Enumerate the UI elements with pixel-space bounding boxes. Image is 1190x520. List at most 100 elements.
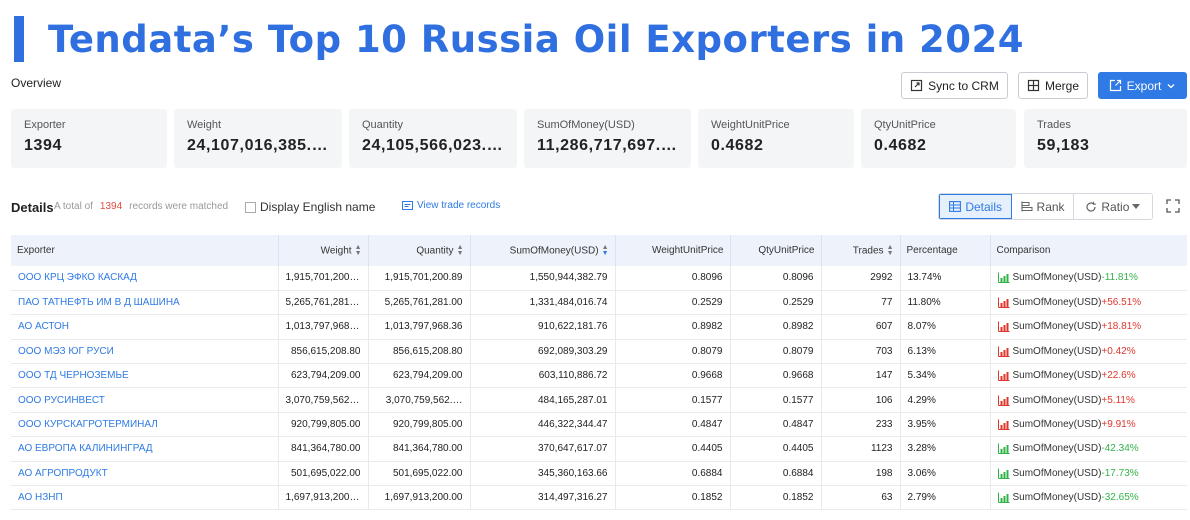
cell-trades: 1123 bbox=[821, 436, 901, 462]
view-trade-records-link[interactable]: View trade records bbox=[402, 200, 500, 211]
exporter-link[interactable]: ПАО ТАТНЕФТЬ ИМ В Д ШАШИНА bbox=[18, 297, 180, 308]
header-percentage[interactable]: Percentage bbox=[900, 235, 991, 266]
exporter-link[interactable]: ООО РУСИНВЕСТ bbox=[18, 395, 105, 406]
cell-weight: 1,697,913,200.… bbox=[278, 485, 369, 511]
cell-weight-unit-price: 0.1577 bbox=[615, 387, 731, 413]
cell-trades: 77 bbox=[821, 290, 901, 316]
exporter-link[interactable]: АО НЗНП bbox=[18, 492, 63, 503]
exporter-link[interactable]: ООО КРЦ ЭФКО КАСКАД bbox=[18, 272, 137, 283]
cell-qty-unit-price: 0.2529 bbox=[730, 290, 822, 316]
cell-weight: 1,915,701,200.… bbox=[278, 266, 369, 291]
cell-trades: 198 bbox=[821, 461, 901, 487]
table-row[interactable]: АО АСТОН 1,013,797,968.… 1,013,797,968.36 9… bbox=[11, 314, 1187, 340]
cell-comparison[interactable]: SumOfMoney(USD) +18.81% bbox=[990, 314, 1187, 340]
cell-exporter[interactable]: ООО ТД ЧЕРНОЗЕМЬЕ bbox=[11, 363, 279, 389]
cell-comparison[interactable]: SumOfMoney(USD) +9.91% bbox=[990, 412, 1187, 438]
cell-weight-unit-price: 0.9668 bbox=[615, 363, 731, 389]
stat-card-exporter: Exporter 1394 bbox=[11, 109, 167, 168]
stat-card-sum-of-money: SumOfMoney(USD) 11,286,717,697.… bbox=[524, 109, 691, 168]
stat-value: 24,107,016,385.… bbox=[187, 137, 329, 154]
cell-weight-unit-price: 0.8982 bbox=[615, 314, 731, 340]
header-trades[interactable]: Trades ▲ ▼ bbox=[821, 235, 901, 266]
table-row[interactable]: ООО РУСИНВЕСТ 3,070,759,562.… 3,070,759,56… bbox=[11, 387, 1187, 413]
cell-exporter[interactable]: ООО МЭЗ ЮГ РУСИ bbox=[11, 339, 279, 365]
header-weight-unit-price[interactable]: WeightUnitPrice bbox=[615, 235, 731, 266]
cell-exporter[interactable]: ООО РУСИНВЕСТ bbox=[11, 387, 279, 413]
table-row[interactable]: ООО КУРСКАГРОТЕРМИНАЛ 920,799,805.00 920,7… bbox=[11, 412, 1187, 438]
cell-exporter[interactable]: АО АГРОПРОДУКТ bbox=[11, 461, 279, 487]
sync-to-crm-button[interactable]: Sync to CRM bbox=[901, 72, 1008, 99]
sort-icon[interactable]: ▲ ▼ bbox=[355, 244, 362, 257]
total-suffix: records were matched bbox=[129, 201, 229, 212]
exporter-link[interactable]: АО АГРОПРОДУКТ bbox=[18, 468, 108, 479]
table-row[interactable]: АО АГРОПРОДУКТ 501,695,022.00 501,695,022.… bbox=[11, 461, 1187, 487]
cell-percentage: 3.95% bbox=[900, 412, 991, 438]
bar-chart-icon bbox=[997, 443, 1009, 455]
comparison-metric: SumOfMoney(USD) bbox=[1012, 321, 1102, 333]
cell-sum-of-money: 314,497,316.27 bbox=[470, 485, 616, 511]
cell-exporter[interactable]: АО ЕВРОПА КАЛИНИНГРАД bbox=[11, 436, 279, 462]
exporter-link[interactable]: ООО ТД ЧЕРНОЗЕМЬЕ bbox=[18, 370, 129, 381]
cell-exporter[interactable]: АО НЗНП bbox=[11, 485, 279, 511]
cell-exporter[interactable]: ООО КРЦ ЭФКО КАСКАД bbox=[11, 266, 279, 291]
cell-comparison[interactable]: SumOfMoney(USD) +5.11% bbox=[990, 387, 1187, 413]
tab-rank[interactable]: Rank bbox=[1012, 194, 1074, 219]
display-english-checkbox[interactable] bbox=[245, 201, 256, 213]
table-row[interactable]: ООО ТД ЧЕРНОЗЕМЬЕ 623,794,209.00 623,794,2… bbox=[11, 363, 1187, 389]
comparison-metric: SumOfMoney(USD) bbox=[1012, 345, 1102, 357]
fullscreen-icon[interactable] bbox=[1166, 199, 1180, 213]
cell-percentage: 4.29% bbox=[900, 387, 991, 413]
cell-comparison[interactable]: SumOfMoney(USD) -11.81% bbox=[990, 266, 1187, 291]
table-row[interactable]: АО ЕВРОПА КАЛИНИНГРАД 841,364,780.00 841,3… bbox=[11, 436, 1187, 462]
cell-exporter[interactable]: ПАО ТАТНЕФТЬ ИМ В Д ШАШИНА bbox=[11, 290, 279, 316]
cell-comparison[interactable]: SumOfMoney(USD) +56.51% bbox=[990, 290, 1187, 316]
cell-comparison[interactable]: SumOfMoney(USD) -32.65% bbox=[990, 485, 1187, 511]
export-icon bbox=[1109, 79, 1121, 92]
cell-exporter[interactable]: ООО КУРСКАГРОТЕРМИНАЛ bbox=[11, 412, 279, 438]
exporters-table: Exporter Weight ▲ ▼ Quantity ▲ ▼ SumOfMoney(… bbox=[11, 235, 1187, 511]
table-row[interactable]: ООО МЭЗ ЮГ РУСИ 856,615,208.80 856,615,208… bbox=[11, 339, 1187, 365]
header-weight[interactable]: Weight ▲ ▼ bbox=[278, 235, 369, 266]
stat-value: 0.4682 bbox=[874, 137, 927, 154]
table-row[interactable]: ООО КРЦ ЭФКО КАСКАД 1,915,701,200.… 1,915,… bbox=[11, 266, 1187, 291]
cell-quantity: 1,013,797,968.36 bbox=[368, 314, 471, 340]
header-quantity[interactable]: Quantity ▲ ▼ bbox=[368, 235, 471, 266]
cell-weight: 920,799,805.00 bbox=[278, 412, 369, 438]
cell-comparison[interactable]: SumOfMoney(USD) -17.73% bbox=[990, 461, 1187, 487]
rank-icon bbox=[1020, 201, 1033, 212]
exporter-link[interactable]: АО АСТОН bbox=[18, 321, 69, 332]
cell-quantity: 1,697,913,200.00 bbox=[368, 485, 471, 511]
cell-exporter[interactable]: АО АСТОН bbox=[11, 314, 279, 340]
cell-trades: 703 bbox=[821, 339, 901, 365]
table-row[interactable]: ПАО ТАТНЕФТЬ ИМ В Д ШАШИНА 5,265,761,281.… bbox=[11, 290, 1187, 316]
tab-details[interactable]: Details bbox=[939, 194, 1013, 219]
tab-ratio[interactable]: Ratio bbox=[1073, 194, 1152, 219]
cell-comparison[interactable]: SumOfMoney(USD) -42.34% bbox=[990, 436, 1187, 462]
exporter-link[interactable]: ООО КУРСКАГРОТЕРМИНАЛ bbox=[18, 419, 158, 430]
exporter-link[interactable]: ООО МЭЗ ЮГ РУСИ bbox=[18, 346, 114, 357]
stat-card-qty-unit-price: QtyUnitPrice 0.4682 bbox=[861, 109, 1016, 168]
sort-icon[interactable]: ▲ ▼ bbox=[887, 244, 894, 257]
comparison-change: +56.51% bbox=[1101, 297, 1142, 309]
exporter-link[interactable]: АО ЕВРОПА КАЛИНИНГРАД bbox=[18, 443, 153, 454]
export-button[interactable]: Export bbox=[1098, 72, 1187, 99]
cell-comparison[interactable]: SumOfMoney(USD) +0.42% bbox=[990, 339, 1187, 365]
cell-trades: 147 bbox=[821, 363, 901, 389]
cell-weight-unit-price: 0.8079 bbox=[615, 339, 731, 365]
header-comparison[interactable]: Comparison bbox=[990, 235, 1187, 266]
comparison-metric: SumOfMoney(USD) bbox=[1012, 272, 1102, 284]
overview-label: Overview bbox=[11, 76, 62, 90]
cell-comparison[interactable]: SumOfMoney(USD) +22.6% bbox=[990, 363, 1187, 389]
cell-sum-of-money: 910,622,181.76 bbox=[470, 314, 616, 340]
bar-chart-icon bbox=[997, 346, 1009, 357]
bar-chart-icon bbox=[997, 272, 1009, 284]
table-row[interactable]: АО НЗНП 1,697,913,200.… 1,697,913,200.00 31… bbox=[11, 485, 1187, 511]
sort-icon[interactable]: ▲ ▼ bbox=[602, 244, 609, 257]
sort-icon[interactable]: ▲ ▼ bbox=[457, 244, 464, 257]
header-sum-of-money[interactable]: SumOfMoney(USD) ▲ ▼ bbox=[470, 235, 616, 266]
header-qty-unit-price[interactable]: QtyUnitPrice bbox=[730, 235, 822, 266]
merge-button[interactable]: Merge bbox=[1018, 72, 1088, 99]
cell-quantity: 5,265,761,281.00 bbox=[368, 290, 471, 316]
header-exporter[interactable]: Exporter bbox=[11, 235, 279, 266]
display-english-toggle[interactable]: Display English name bbox=[245, 200, 375, 214]
